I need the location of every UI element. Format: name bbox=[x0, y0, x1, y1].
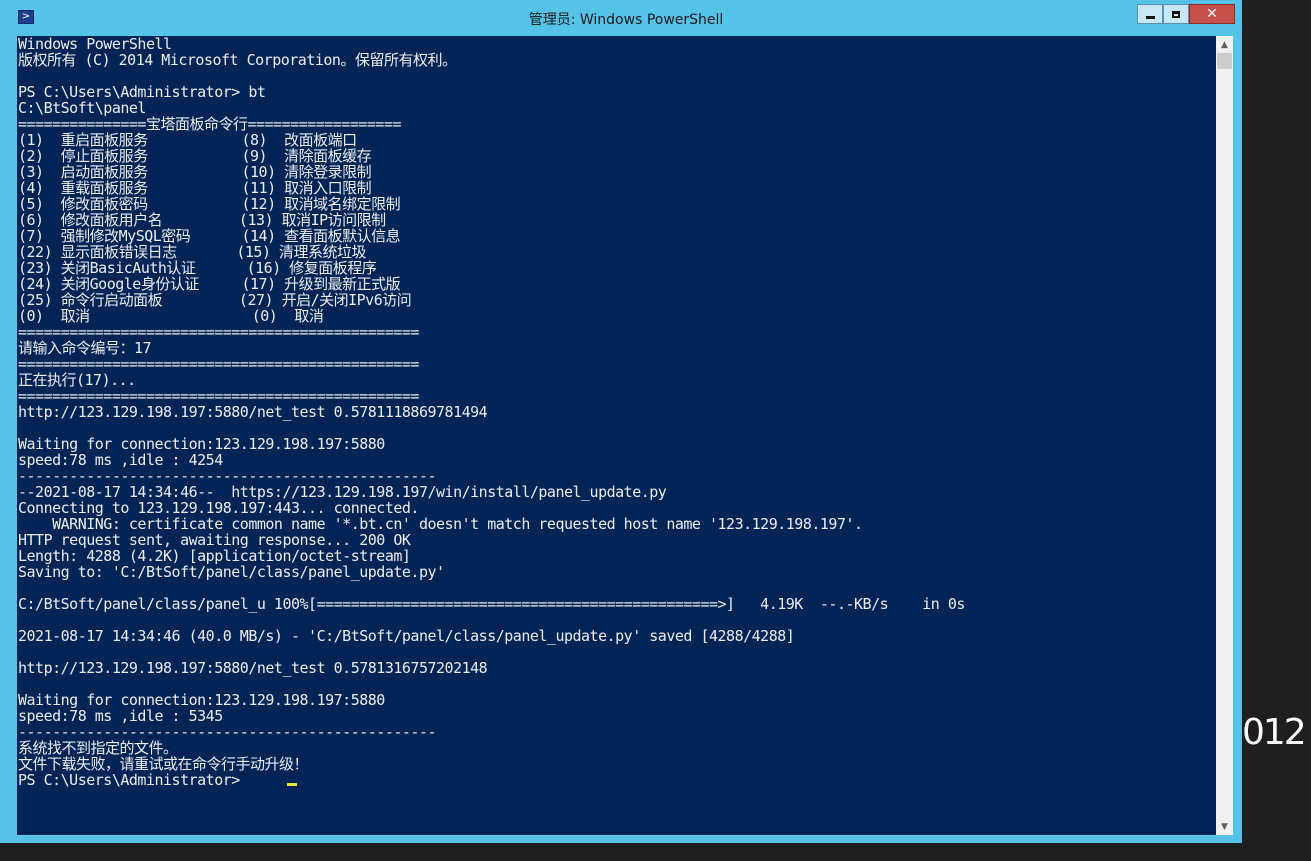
console-line: (5) 修改面板密码 (12) 取消域名绑定限制 bbox=[18, 195, 401, 213]
console-line: Waiting for connection:123.129.198.197:5… bbox=[18, 435, 385, 453]
console-line: C:\BtSoft\panel bbox=[18, 99, 146, 117]
console-line: (2) 停止面板服务 (9) 清除面板缓存 bbox=[18, 147, 372, 165]
console-output[interactable]: Windows PowerShell 版权所有 (C) 2014 Microsof… bbox=[17, 36, 1216, 835]
console-line: Waiting for connection:123.129.198.197:5… bbox=[18, 691, 385, 709]
console-line: (3) 启动面板服务 (10) 清除登录限制 bbox=[18, 163, 372, 181]
vertical-scrollbar[interactable]: ▲ ▼ bbox=[1216, 36, 1233, 835]
maximize-icon bbox=[1172, 10, 1180, 18]
console-line: ========================================… bbox=[18, 355, 419, 373]
console-line: 2021-08-17 14:34:46 (40.0 MB/s) - 'C:/Bt… bbox=[18, 627, 795, 645]
console-line: ===============宝塔面板命令行================== bbox=[18, 115, 402, 133]
console-line: 版权所有 (C) 2014 Microsoft Corporation。保留所有… bbox=[18, 51, 457, 69]
console-line: C:/BtSoft/panel/class/panel_u 100%[=====… bbox=[18, 595, 965, 613]
console-line: (22) 显示面板错误日志 (15) 清理系统垃圾 bbox=[18, 243, 367, 261]
text-cursor bbox=[287, 783, 297, 786]
console-line: (6) 修改面板用户名 (13) 取消IP访问限制 bbox=[18, 211, 386, 229]
console-line: Saving to: 'C:/BtSoft/panel/class/panel_… bbox=[18, 563, 445, 581]
console-line: (24) 关闭Google身份认证 (17) 升级到最新正式版 bbox=[18, 275, 401, 293]
scroll-up-icon[interactable]: ▲ bbox=[1216, 36, 1233, 53]
console-line: (23) 关闭BasicAuth认证 (16) 修复面板程序 bbox=[18, 259, 377, 277]
console-line: 请输入命令编号：17 bbox=[18, 339, 152, 357]
console-line: HTTP request sent, awaiting response... … bbox=[18, 531, 411, 549]
console-line: (4) 重载面板服务 (11) 取消入口限制 bbox=[18, 179, 372, 197]
console-line: 文件下载失败，请重试或在命令行手动升级！ bbox=[18, 755, 309, 773]
console-line: ========================================… bbox=[18, 387, 419, 405]
powershell-window[interactable]: > 管理员: Windows PowerShell ✕ Windows Powe… bbox=[0, 0, 1242, 843]
console-line: PS C:\Users\Administrator> bbox=[18, 771, 249, 789]
console-line: Length: 4288 (4.2K) [application/octet-s… bbox=[18, 547, 411, 565]
maximize-button[interactable] bbox=[1163, 4, 1189, 24]
console-line: (1) 重启面板服务 (8) 改面板端口 bbox=[18, 131, 357, 149]
scrollbar-track[interactable] bbox=[1216, 69, 1233, 818]
console-line: Connecting to 123.129.198.197:443... con… bbox=[18, 499, 419, 517]
scrollbar-thumb[interactable] bbox=[1217, 53, 1232, 69]
minimize-button[interactable] bbox=[1137, 4, 1163, 24]
console-line: ========================================… bbox=[18, 323, 419, 341]
console-line: 系统找不到指定的文件。 bbox=[18, 739, 178, 757]
console-line: http://123.129.198.197:5880/net_test 0.5… bbox=[18, 659, 488, 677]
console-line: ----------------------------------------… bbox=[18, 467, 437, 485]
console-line: ----------------------------------------… bbox=[18, 723, 437, 741]
console-text: Windows PowerShell 版权所有 (C) 2014 Microsof… bbox=[17, 36, 1216, 788]
console-line: speed:78 ms ,idle : 4254 bbox=[18, 451, 223, 469]
title-bar[interactable]: > 管理员: Windows PowerShell ✕ bbox=[0, 0, 1242, 36]
minimize-icon bbox=[1145, 15, 1155, 19]
scroll-down-icon[interactable]: ▼ bbox=[1216, 818, 1233, 835]
console-line: http://123.129.198.197:5880/net_test 0.5… bbox=[18, 403, 488, 421]
window-title: 管理员: Windows PowerShell bbox=[528, 12, 724, 28]
console-line: PS C:\Users\Administrator> bt bbox=[18, 83, 266, 101]
console-line: --2021-08-17 14:34:46-- https://123.129.… bbox=[18, 483, 667, 501]
console-line: 正在执行(17)... bbox=[18, 371, 136, 389]
close-icon: ✕ bbox=[1206, 6, 1218, 22]
close-button[interactable]: ✕ bbox=[1189, 4, 1235, 24]
console-line: Windows PowerShell bbox=[18, 36, 172, 53]
console-line: WARNING: certificate common name '*.bt.c… bbox=[18, 515, 863, 533]
console-line: (0) 取消 (0) 取消 bbox=[18, 307, 324, 325]
console-line: (7) 强制修改MySQL密码 (14) 查看面板默认信息 bbox=[18, 227, 401, 245]
console-line: speed:78 ms ,idle : 5345 bbox=[18, 707, 223, 725]
desktop-background-text: 012 R bbox=[1242, 712, 1311, 753]
console-line: (25) 命令行启动面板 (27) 开启/关闭IPv6访问 bbox=[18, 291, 412, 309]
